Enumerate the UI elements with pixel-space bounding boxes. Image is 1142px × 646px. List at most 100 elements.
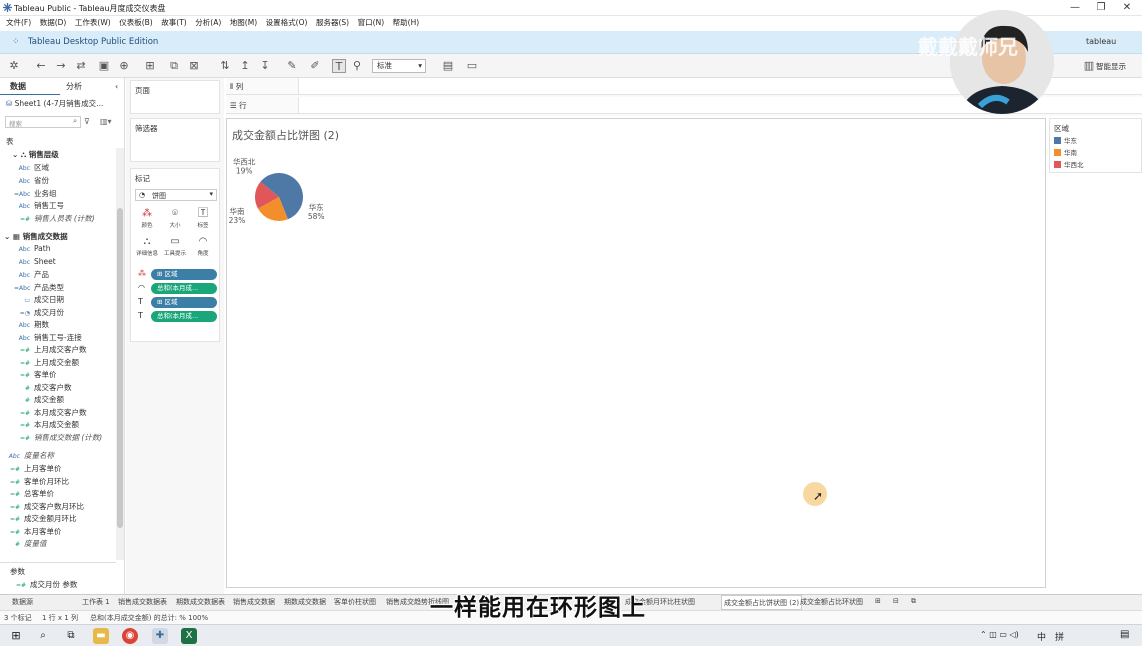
menu-map[interactable]: 地图(M) bbox=[230, 16, 257, 30]
pages-card[interactable]: 页面 bbox=[130, 80, 220, 114]
field-item[interactable]: =# 销售人员表 (计数) bbox=[14, 213, 95, 224]
sort-asc-icon[interactable]: ↥ bbox=[238, 59, 252, 73]
field-item[interactable]: =# 客单价 bbox=[14, 369, 57, 380]
pill-region-color[interactable]: ⊞ 区域 bbox=[151, 269, 217, 280]
tab-sheet[interactable]: 期数成交数据表 bbox=[176, 597, 225, 607]
field-item[interactable]: # 成交金额 bbox=[14, 394, 64, 405]
undo-icon[interactable]: ← bbox=[34, 59, 48, 73]
tab-analysis[interactable]: 分析 bbox=[66, 80, 82, 94]
tab-sheet[interactable]: 客单价柱状图 bbox=[334, 597, 376, 607]
redo-icon[interactable]: → bbox=[54, 59, 68, 73]
system-tray-icons[interactable]: ⌃ ◫ ▭ ◁) bbox=[980, 630, 1019, 639]
field-item[interactable]: =# 上月成交客户数 bbox=[14, 344, 87, 355]
windows-start-icon[interactable]: ⊞ bbox=[8, 628, 24, 644]
filter-icon[interactable]: ⊽ bbox=[84, 117, 90, 126]
field-item[interactable]: # 度量值 bbox=[4, 538, 47, 549]
color-button[interactable]: ⁂ 颜色 bbox=[135, 207, 159, 231]
menu-analysis[interactable]: 分析(A) bbox=[195, 16, 221, 30]
tab-sheet[interactable]: 工作表 1 bbox=[82, 597, 110, 607]
smart-show-label[interactable]: 智能显示 bbox=[1096, 61, 1126, 72]
field-item[interactable]: =# 上月成交金额 bbox=[14, 357, 79, 368]
ime-indicator[interactable]: 中 bbox=[1037, 630, 1046, 643]
group-sales-level[interactable]: ⌄ ⛬ 销售层级 bbox=[12, 149, 59, 160]
scrollbar-thumb[interactable] bbox=[117, 208, 123, 528]
new-story-icon[interactable]: ⧉ bbox=[911, 597, 916, 606]
file-explorer-icon[interactable]: ▬ bbox=[93, 628, 109, 644]
field-item[interactable]: Abc 期数 bbox=[14, 319, 49, 330]
fit-select[interactable]: 标准 ▾ bbox=[372, 59, 426, 73]
collapse-pane-icon[interactable]: ‹ bbox=[115, 80, 118, 94]
field-item[interactable]: =Abc 业务组 bbox=[14, 188, 57, 199]
field-item[interactable]: =Abc 产品类型 bbox=[14, 282, 64, 293]
search-icon[interactable]: ⌕ bbox=[35, 628, 51, 644]
sidebar-scrollbar[interactable] bbox=[116, 148, 124, 560]
detail-button[interactable]: ⛬ 详细信息 bbox=[135, 235, 159, 259]
pill-region-label[interactable]: ⊞ 区域 bbox=[151, 297, 217, 308]
field-item[interactable]: Abc 销售工号 bbox=[14, 200, 64, 211]
field-item[interactable]: =# 客单价月环比 bbox=[4, 476, 69, 487]
field-item[interactable]: ▭ 成交日期 bbox=[14, 294, 64, 305]
show-cards-icon[interactable]: ▤ bbox=[441, 59, 455, 73]
field-item[interactable]: Abc Sheet bbox=[14, 257, 56, 266]
size-button[interactable]: ⌾ 大小 bbox=[163, 207, 187, 231]
angle-button[interactable]: ◠ 角度 bbox=[191, 235, 215, 259]
minimize-button[interactable]: — bbox=[1062, 1, 1088, 15]
field-item[interactable]: =# 销售成交数据 (计数) bbox=[14, 432, 102, 443]
task-view-icon[interactable]: ⧉ bbox=[63, 628, 79, 644]
menu-dashboard[interactable]: 仪表板(B) bbox=[119, 16, 153, 30]
field-item[interactable]: Abc Path bbox=[14, 244, 51, 253]
tab-sheet[interactable]: 成交金额占比环状图 bbox=[800, 597, 863, 607]
param-item[interactable]: =# 成交月份 参数 bbox=[10, 579, 77, 590]
field-item[interactable]: Abc 省份 bbox=[14, 175, 49, 186]
field-item[interactable]: =# 成交客户数月环比 bbox=[4, 501, 84, 512]
field-item[interactable]: =# 上月客单价 bbox=[4, 463, 62, 474]
menu-help[interactable]: 帮助(H) bbox=[393, 16, 420, 30]
replay-icon[interactable]: ⇄ bbox=[74, 59, 88, 73]
presentation-icon[interactable]: ▭ bbox=[465, 59, 479, 73]
notification-icon[interactable]: ▤ bbox=[1120, 629, 1129, 640]
tab-sheet[interactable]: 销售成交数据 bbox=[233, 597, 275, 607]
highlight-icon[interactable]: ✎ bbox=[285, 59, 299, 73]
new-worksheet-icon[interactable]: ⊞ bbox=[875, 597, 881, 605]
field-item[interactable]: Abc 区域 bbox=[14, 162, 49, 173]
legend-item[interactable]: 华南 bbox=[1054, 148, 1077, 158]
new-sheet-icon[interactable]: ⊞ bbox=[143, 59, 157, 73]
show-labels-icon[interactable]: T bbox=[332, 59, 346, 73]
sort-desc-icon[interactable]: ↧ bbox=[258, 59, 272, 73]
tab-sheet[interactable]: 销售成交数据表 bbox=[118, 597, 167, 607]
tab-sheet[interactable]: 期数成交数据 bbox=[284, 597, 326, 607]
field-item[interactable]: =# 总客单价 bbox=[4, 488, 54, 499]
field-item[interactable]: =◔ 成交月份 bbox=[14, 307, 64, 318]
view-options-icon[interactable]: ▥▾ bbox=[100, 117, 112, 126]
field-item[interactable]: # 成交客户数 bbox=[14, 382, 72, 393]
menu-server[interactable]: 服务器(S) bbox=[316, 16, 349, 30]
tableau-taskbar-icon[interactable]: ✚ bbox=[152, 628, 168, 644]
field-item[interactable]: Abc 度量名称 bbox=[4, 450, 54, 461]
filters-card[interactable]: 筛选器 bbox=[130, 118, 220, 162]
tableau-home-icon[interactable]: ✲ bbox=[7, 59, 21, 73]
group-sales-data[interactable]: ⌄ ▦ 销售成交数据 bbox=[4, 231, 68, 242]
fix-axes-icon[interactable]: ⚲ bbox=[350, 59, 364, 73]
pie-chart[interactable]: 华东58% 华南23% 华西北19% bbox=[227, 145, 347, 235]
field-item[interactable]: =# 成交金额月环比 bbox=[4, 513, 77, 524]
datasource-item[interactable]: ⛁ Sheet1 (4-7月销售成交... bbox=[6, 98, 103, 109]
excel-icon[interactable]: X bbox=[181, 628, 197, 644]
chrome-icon[interactable]: ◉ bbox=[122, 628, 138, 644]
mark-type-select[interactable]: ◔ 饼图 ▾ bbox=[135, 189, 217, 201]
legend-item[interactable]: 华西北 bbox=[1054, 160, 1084, 170]
duplicate-sheet-icon[interactable]: ⧉ bbox=[167, 59, 181, 73]
save-icon[interactable]: ▣ bbox=[97, 59, 111, 73]
maximize-button[interactable]: ❐ bbox=[1088, 1, 1114, 15]
label-button[interactable]: 🅃 标签 bbox=[191, 207, 215, 231]
pill-sum-angle[interactable]: 总和(本月成... bbox=[151, 283, 217, 294]
menu-story[interactable]: 故事(T) bbox=[161, 16, 186, 30]
swap-icon[interactable]: ⇅ bbox=[218, 59, 232, 73]
field-item[interactable]: =# 本月客单价 bbox=[4, 526, 62, 537]
ime-mode[interactable]: 拼 bbox=[1055, 630, 1064, 643]
close-button[interactable]: ✕ bbox=[1114, 1, 1140, 15]
menu-file[interactable]: 文件(F) bbox=[6, 16, 31, 30]
legend-item[interactable]: 华东 bbox=[1054, 136, 1077, 146]
search-input[interactable]: 搜索 ⌕ bbox=[5, 116, 81, 128]
menu-worksheet[interactable]: 工作表(W) bbox=[75, 16, 111, 30]
field-item[interactable]: =# 本月成交金额 bbox=[14, 419, 79, 430]
